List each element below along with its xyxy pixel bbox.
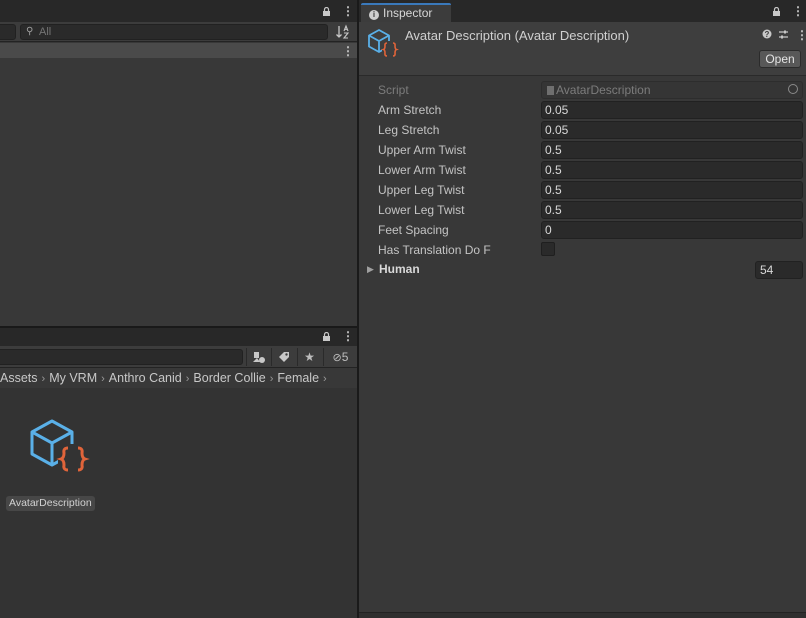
field-label: Feet Spacing (378, 223, 449, 237)
field-input[interactable]: 0.5 (541, 181, 803, 199)
avatar-description-asset-icon[interactable] (26, 418, 90, 478)
field-input[interactable]: 0.5 (541, 141, 803, 159)
lock-icon[interactable] (322, 7, 331, 16)
info-icon: i (369, 10, 379, 20)
field-input[interactable]: 0.05 (541, 101, 803, 119)
has-translation-label: Has Translation Do F (378, 243, 491, 257)
breadcrumb: Assets › My VRM › Anthro Canid › Border Collie… (0, 368, 357, 388)
inspector-footer (359, 612, 806, 618)
breadcrumb-item[interactable]: Anthro Canid (109, 368, 182, 388)
chevron-right-icon: › (185, 373, 190, 385)
field-input[interactable]: 0.5 (541, 161, 803, 179)
sort-icon[interactable] (335, 24, 351, 40)
field-label: Upper Leg Twist (378, 183, 465, 197)
chevron-right-icon: › (323, 373, 327, 385)
help-icon[interactable]: ? (762, 29, 772, 42)
field-label: Lower Arm Twist (378, 163, 466, 177)
chevron-right-icon: › (269, 373, 274, 385)
object-picker-icon[interactable] (788, 84, 798, 94)
field-label: Lower Leg Twist (378, 203, 465, 217)
svg-text:?: ? (765, 30, 770, 39)
field-input[interactable]: 0.5 (541, 201, 803, 219)
script-field[interactable]: AvatarDescription (541, 81, 803, 99)
hidden-packages-toggle[interactable]: ⊘5 (323, 348, 357, 366)
breadcrumb-item[interactable]: Border Collie (193, 368, 265, 388)
asset-label[interactable]: AvatarDescription (6, 496, 95, 511)
component-title: Avatar Description (Avatar Description) (405, 28, 630, 43)
inspector-menu-icon[interactable]: ⋮ (792, 4, 804, 18)
hierarchy-search-input[interactable] (39, 25, 319, 39)
hidden-packages-count: 5 (341, 350, 349, 364)
chevron-right-icon: › (101, 373, 105, 385)
project-tab-bar (0, 328, 357, 346)
search-by-type-icon[interactable] (246, 348, 270, 366)
has-translation-checkbox[interactable] (541, 242, 555, 256)
scene-menu-icon[interactable]: ⋮ (342, 44, 354, 58)
tab-inspector[interactable]: i Inspector (361, 3, 451, 22)
tab-inspector-label: Inspector (383, 6, 433, 20)
project-menu-icon[interactable]: ⋮ (342, 329, 354, 343)
script-value: AvatarDescription (556, 83, 651, 97)
breadcrumb-item[interactable]: Female (277, 368, 319, 388)
expand-arrow-icon[interactable]: ▶ (367, 264, 374, 275)
field-label: Arm Stretch (378, 103, 442, 117)
breadcrumb-item[interactable]: My VRM (49, 368, 97, 388)
favorite-star-icon[interactable]: ★ (297, 348, 321, 366)
hierarchy-menu-icon[interactable]: ⋮ (342, 4, 354, 18)
field-input[interactable]: 0.05 (541, 121, 803, 139)
search-by-label-icon[interactable] (271, 348, 295, 366)
field-label: Upper Arm Twist (378, 143, 466, 157)
field-input[interactable]: 0 (541, 221, 803, 239)
avatar-description-icon (368, 29, 399, 57)
search-icon: ⚲ (26, 26, 34, 37)
breadcrumb-item[interactable]: Assets (0, 368, 38, 388)
script-file-icon (547, 86, 554, 95)
component-menu-icon[interactable]: ⋮ (796, 28, 806, 42)
scene-row[interactable] (0, 43, 357, 58)
hierarchy-create-dropdown[interactable] (0, 24, 16, 40)
script-label: Script (378, 83, 409, 97)
field-label: Leg Stretch (378, 123, 440, 137)
presets-icon[interactable] (778, 29, 789, 43)
hierarchy-tab-bar (0, 0, 357, 22)
hierarchy-search[interactable]: ⚲ (20, 24, 328, 40)
chevron-right-icon: › (41, 373, 46, 385)
project-search-input[interactable] (0, 349, 243, 365)
lock-icon[interactable] (322, 332, 331, 341)
open-button[interactable]: Open (759, 50, 801, 68)
human-count-field[interactable]: 54 (755, 261, 803, 279)
eye-slash-icon: ⊘ (332, 352, 342, 364)
human-foldout-label[interactable]: Human (379, 262, 420, 276)
lock-icon[interactable] (772, 7, 781, 16)
